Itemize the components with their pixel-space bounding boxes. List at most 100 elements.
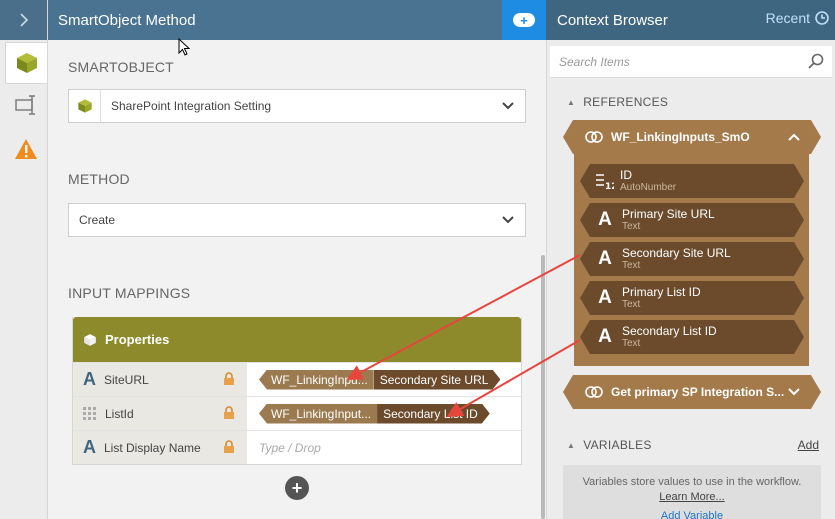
property-primary-list-id[interactable]: A Primary List ID Text bbox=[580, 281, 804, 315]
smartobject-select-value: SharePoint Integration Setting bbox=[111, 99, 272, 113]
grid-icon bbox=[83, 406, 96, 420]
property-name: ID bbox=[620, 168, 632, 182]
property-type: Text bbox=[622, 299, 641, 310]
second-reference-header[interactable]: Get primary SP Integration S... bbox=[563, 375, 821, 409]
smartobject-reference-header[interactable]: WF_LinkingInputs_SmO bbox=[563, 120, 821, 154]
mapping-row-label: ListId bbox=[73, 397, 247, 430]
recent-button[interactable]: Recent bbox=[766, 10, 829, 26]
search-placeholder: Search Items bbox=[559, 54, 630, 69]
smartobject-label: SMARTOBJECT bbox=[68, 59, 174, 75]
smartobject-reference-name: WF_LinkingInputs_SmO bbox=[611, 130, 750, 144]
context-browser-title: Context Browser bbox=[557, 11, 668, 29]
warning-icon bbox=[15, 139, 37, 159]
property-type: Text bbox=[622, 260, 641, 271]
variables-label: VARIABLES bbox=[583, 438, 652, 452]
reference-icon bbox=[585, 384, 603, 400]
main-panel-title: SmartObject Method bbox=[58, 11, 196, 29]
lock-icon[interactable] bbox=[223, 406, 235, 420]
mapping-field-name: List Display Name bbox=[104, 440, 201, 455]
autonumber-icon: 12 bbox=[594, 171, 614, 191]
token-source: WF_LinkingInpu... bbox=[259, 369, 374, 390]
text-A-icon: A bbox=[598, 326, 612, 347]
properties-header-label: Properties bbox=[105, 332, 170, 347]
mapping-token[interactable]: WF_LinkingInput... Secondary List ID bbox=[259, 403, 490, 424]
add-variable-link[interactable]: Add bbox=[798, 438, 819, 452]
recent-label: Recent bbox=[765, 10, 810, 26]
lock-icon[interactable] bbox=[223, 440, 235, 454]
smartobject-tab-button[interactable] bbox=[5, 42, 47, 84]
text-A-icon: A bbox=[598, 209, 612, 230]
chevron-up-icon bbox=[787, 130, 801, 144]
property-name: Primary Site URL bbox=[622, 207, 715, 221]
learn-more-link[interactable]: Learn More... bbox=[563, 490, 821, 505]
variables-info-box: Variables store values to use in the wor… bbox=[563, 465, 821, 519]
plus-icon: + bbox=[291, 477, 303, 498]
property-name: Primary List ID bbox=[622, 285, 701, 299]
textbox-icon bbox=[15, 95, 35, 115]
method-select-value: Create bbox=[79, 213, 116, 227]
property-type: AutoNumber bbox=[620, 182, 677, 193]
search-icon[interactable] bbox=[808, 53, 824, 69]
property-id[interactable]: 12 IDAutoNumber bbox=[580, 164, 804, 198]
add-mapping-button[interactable]: + bbox=[285, 476, 309, 500]
chevron-down-icon bbox=[502, 102, 514, 110]
property-primary-site-url[interactable]: A Primary Site URL Text bbox=[580, 203, 804, 237]
type-drop-placeholder: Type / Drop bbox=[259, 440, 321, 455]
properties-header[interactable]: Properties bbox=[73, 317, 521, 362]
property-type: Text bbox=[622, 221, 641, 232]
mapping-token[interactable]: WF_LinkingInpu... Secondary Site URL bbox=[259, 369, 501, 390]
token-field: Secondary Site URL bbox=[374, 370, 501, 390]
text-A-icon: A bbox=[598, 248, 612, 269]
property-name: Secondary List ID bbox=[622, 324, 717, 338]
references-section-toggle[interactable]: ▲ REFERENCES bbox=[567, 95, 668, 109]
svg-text:12: 12 bbox=[605, 182, 614, 191]
text-A-icon: A bbox=[598, 287, 612, 308]
plus-pill-icon: + bbox=[513, 13, 535, 27]
property-secondary-site-url[interactable]: A Secondary Site URL Text bbox=[580, 242, 804, 276]
input-mappings-label: INPUT MAPPINGS bbox=[68, 285, 191, 301]
main-panel-header: SmartObject Method bbox=[48, 0, 502, 40]
method-label: METHOD bbox=[68, 171, 130, 187]
warnings-tab-button[interactable] bbox=[5, 128, 47, 170]
text-A-icon: A bbox=[83, 437, 96, 457]
method-select[interactable]: Create bbox=[68, 203, 526, 237]
mapping-field-name: SiteURL bbox=[104, 372, 149, 387]
context-browser-header: Context Browser Recent bbox=[546, 0, 835, 40]
chevron-right-icon bbox=[19, 13, 28, 27]
left-rail bbox=[0, 0, 48, 519]
collapse-triangle-icon: ▲ bbox=[567, 97, 576, 107]
main-scrollbar[interactable] bbox=[541, 255, 545, 519]
variables-description: Variables store values to use in the wor… bbox=[582, 476, 802, 488]
cube-icon bbox=[16, 53, 37, 73]
mouse-cursor-icon bbox=[178, 38, 190, 56]
expand-rail-button[interactable] bbox=[0, 0, 47, 40]
cube-icon bbox=[69, 90, 101, 122]
token-field: Secondary List ID bbox=[377, 404, 490, 424]
input-mappings-table: Properties A SiteURL WF_LinkingInpu... S… bbox=[72, 317, 522, 465]
property-secondary-list-id[interactable]: A Secondary List ID Text bbox=[580, 320, 804, 354]
text-A-icon: A bbox=[83, 369, 96, 389]
mapping-value-siteurl[interactable]: WF_LinkingInpu... Secondary Site URL bbox=[247, 363, 521, 396]
add-variable-link-bottom[interactable]: Add Variable bbox=[563, 509, 821, 519]
form-tab-button[interactable] bbox=[5, 84, 47, 126]
mapping-row-list-display-name: A List Display Name Type / Drop bbox=[73, 430, 521, 464]
main-panel: SMARTOBJECT SharePoint Integration Setti… bbox=[48, 40, 546, 519]
smartobject-select[interactable]: SharePoint Integration Setting bbox=[68, 89, 526, 123]
chevron-down-icon bbox=[502, 216, 514, 224]
mapping-row-siteurl: A SiteURL WF_LinkingInpu... Secondary Si… bbox=[73, 362, 521, 396]
property-type: Text bbox=[622, 338, 641, 349]
token-source: WF_LinkingInput... bbox=[259, 403, 378, 424]
variables-section-toggle[interactable]: ▲ VARIABLES bbox=[567, 438, 652, 452]
search-input[interactable]: Search Items bbox=[550, 46, 832, 78]
mapping-row-label: A List Display Name bbox=[73, 431, 247, 464]
reference-icon bbox=[585, 129, 603, 145]
mapping-row-label: A SiteURL bbox=[73, 363, 247, 396]
mapping-value-listid[interactable]: WF_LinkingInput... Secondary List ID bbox=[247, 397, 521, 430]
toggle-context-browser-button[interactable]: + bbox=[502, 0, 546, 40]
collapse-triangle-icon: ▲ bbox=[567, 440, 576, 450]
mapping-value-list-display-name[interactable]: Type / Drop bbox=[247, 431, 521, 464]
references-label: REFERENCES bbox=[583, 95, 669, 109]
lock-icon[interactable] bbox=[223, 372, 235, 386]
smartobject-properties-list: 12 IDAutoNumber A Primary Site URLText A… bbox=[574, 154, 809, 366]
chevron-down-icon bbox=[787, 385, 801, 399]
